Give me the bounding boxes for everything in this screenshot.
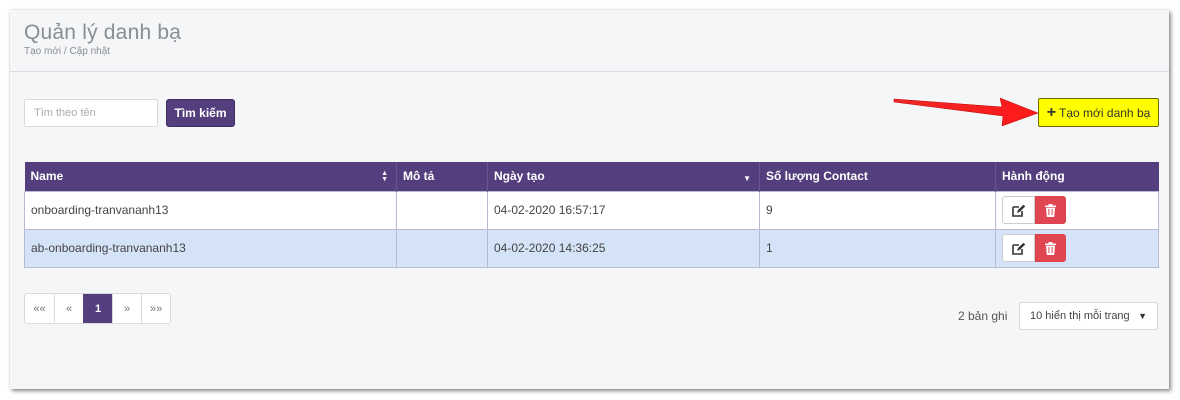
edit-icon [1011, 242, 1025, 255]
create-button-label: Tạo mới danh bạ [1059, 105, 1151, 120]
column-header-name[interactable]: Name ▲ ▼ [24, 162, 397, 191]
row-actions [1002, 196, 1152, 224]
edit-button[interactable] [1002, 234, 1035, 262]
column-header-label: Ngày tạo [494, 169, 545, 184]
cell-name: ab-onboarding-tranvananh13 [24, 228, 397, 268]
page-next-button[interactable]: » [112, 294, 141, 323]
annotation-arrow-icon [893, 97, 1039, 126]
column-header-contacts: Số lượng Contact [759, 162, 996, 191]
create-contact-list-button[interactable]: + Tạo mới danh bạ [1038, 98, 1159, 127]
record-count: 2 bản ghi [958, 309, 1008, 323]
edit-button[interactable] [1002, 196, 1035, 224]
panel-header: Quản lý danh bạ Tạo mới / Cập nhật [10, 10, 1169, 72]
row-actions [1002, 234, 1152, 262]
edit-icon [1011, 204, 1025, 217]
cell-actions [995, 190, 1159, 230]
contacts-table: Name ▲ ▼ Mô tả Ngày tạo ▼ Số lượng Contac… [24, 162, 1159, 268]
trash-icon [1045, 203, 1056, 217]
delete-button[interactable] [1035, 234, 1066, 262]
trash-icon [1045, 241, 1056, 255]
column-header-description: Mô tả [396, 162, 488, 191]
contacts-panel: Quản lý danh bạ Tạo mới / Cập nhật Tìm k… [10, 10, 1169, 389]
cell-contacts: 1 [759, 228, 996, 268]
plus-icon: + [1046, 103, 1057, 121]
per-page-value: 10 hiển thị mỗi trang [1030, 310, 1130, 322]
cell-description [396, 228, 488, 268]
column-header-label: Số lượng Contact [766, 169, 868, 184]
cell-description [396, 190, 488, 230]
column-header-label: Name [30, 169, 64, 184]
cell-actions [995, 228, 1159, 268]
column-header-label: Hành động [1002, 169, 1065, 184]
search-button[interactable]: Tìm kiếm [166, 99, 235, 127]
page-last-button[interactable]: »» [141, 294, 171, 323]
search-input[interactable] [24, 99, 158, 127]
breadcrumb: Tạo mới / Cập nhật [24, 46, 111, 57]
per-page-select[interactable]: 10 hiển thị mỗi trang ▼ [1019, 302, 1158, 330]
cell-created: 04-02-2020 16:57:17 [487, 190, 760, 230]
column-header-actions: Hành động [995, 162, 1159, 191]
sort-down-icon: ▼ [743, 174, 751, 183]
table-row[interactable]: onboarding-tranvananh13 04-02-2020 16:57… [24, 190, 1159, 230]
page-current-button[interactable]: 1 [83, 294, 112, 323]
page-title: Quản lý danh bạ [24, 21, 182, 44]
pagination: «« « 1 » »» [24, 293, 172, 324]
page-prev-button[interactable]: « [54, 294, 83, 323]
cell-name: onboarding-tranvananh13 [24, 190, 397, 230]
table-row[interactable]: ab-onboarding-tranvananh13 04-02-2020 14… [24, 228, 1159, 268]
delete-button[interactable] [1035, 196, 1066, 224]
column-header-created[interactable]: Ngày tạo ▼ [487, 162, 760, 191]
column-header-label: Mô tả [403, 169, 435, 184]
page-first-button[interactable]: «« [25, 294, 54, 323]
caret-down-icon: ▼ [1138, 311, 1147, 321]
cell-created: 04-02-2020 14:36:25 [487, 228, 760, 268]
sort-both-icon: ▲ ▼ [381, 170, 388, 183]
table-header-row: Name ▲ ▼ Mô tả Ngày tạo ▼ Số lượng Contac… [24, 162, 1159, 191]
cell-contacts: 9 [759, 190, 996, 230]
